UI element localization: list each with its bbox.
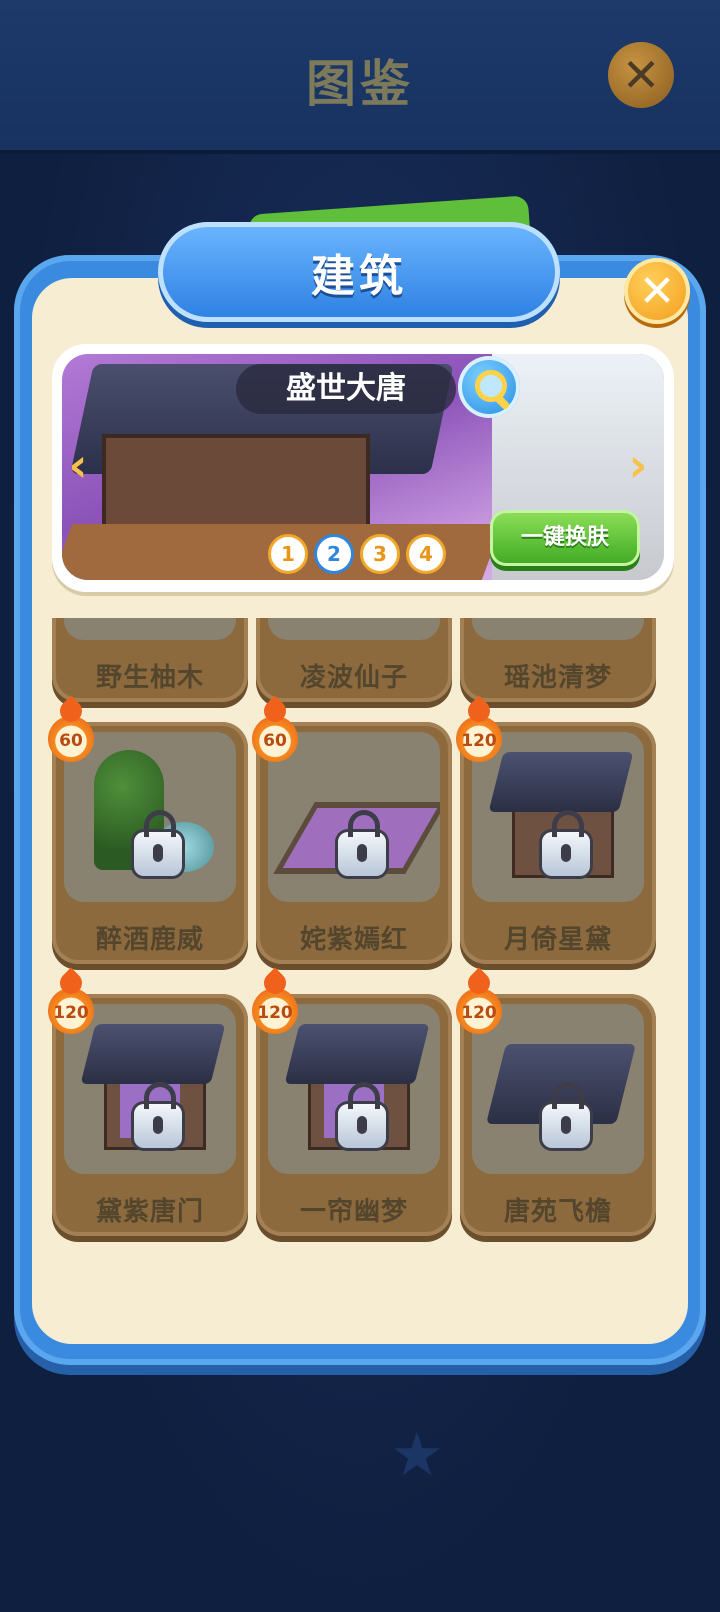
one-click-skin-button[interactable]: 一键换肤 — [490, 510, 640, 566]
item-name: 野生柚木 — [95, 663, 204, 693]
item-card[interactable]: 凌波仙子 — [256, 618, 452, 702]
item-card[interactable]: 60 醉酒鹿威 — [48, 695, 248, 964]
magnifier-icon[interactable] — [458, 356, 520, 418]
item-thumbnail — [472, 1004, 644, 1174]
item-name: 醉酒鹿威 — [95, 925, 204, 955]
fire-badge: 120 — [48, 967, 94, 1034]
item-name: 唐苑飞檐 — [503, 1197, 612, 1227]
item-card[interactable]: 野生柚木 — [52, 618, 248, 702]
close-icon[interactable]: ✕ — [608, 42, 674, 108]
lock-icon — [134, 810, 182, 876]
item-card[interactable]: 120 唐苑飞檐 — [456, 967, 656, 1236]
close-icon[interactable]: ✕ — [624, 258, 690, 324]
item-card[interactable]: 60 姹紫嫣红 — [252, 695, 452, 964]
item-grid: 野生柚木 凌波仙子 瑶池清梦 60 醉酒鹿威 60 姹紫嫣红 120 月倚星黛 … — [32, 618, 688, 1318]
item-card[interactable]: 120 一帘幽梦 — [252, 967, 452, 1236]
fire-badge: 60 — [48, 695, 94, 762]
page-dot[interactable]: 2 — [314, 534, 354, 574]
page-dot[interactable]: 3 — [360, 534, 400, 574]
fire-badge: 120 — [252, 967, 298, 1034]
fire-badge: 120 — [456, 695, 502, 762]
chevron-right-icon[interactable]: › — [626, 440, 650, 490]
lock-icon — [134, 1082, 182, 1148]
fire-badge: 120 — [456, 967, 502, 1034]
item-name: 黛紫唐门 — [95, 1197, 204, 1227]
page-dot[interactable]: 1 — [268, 534, 308, 574]
item-thumbnail — [268, 1004, 440, 1174]
item-name: 一帘幽梦 — [299, 1197, 408, 1227]
item-name: 姹紫嫣红 — [299, 925, 408, 955]
item-name: 月倚星黛 — [503, 925, 612, 955]
item-card[interactable]: 120 月倚星黛 — [456, 695, 656, 964]
item-name: 瑶池清梦 — [503, 663, 612, 693]
item-thumbnail — [268, 732, 440, 902]
item-card[interactable]: 120 黛紫唐门 — [48, 967, 248, 1236]
chevron-left-icon[interactable]: ‹ — [66, 440, 90, 490]
item-card[interactable]: 瑶池清梦 — [460, 618, 656, 702]
panel-title: 建筑 — [158, 222, 560, 322]
top-bar: 图鉴 ✕ — [0, 0, 720, 154]
item-thumbnail — [64, 732, 236, 902]
item-thumbnail — [64, 1004, 236, 1174]
lock-icon — [338, 810, 386, 876]
fire-badge: 60 — [252, 695, 298, 762]
lock-icon — [338, 1082, 386, 1148]
item-thumbnail — [472, 732, 644, 902]
set-name: 盛世大唐 — [236, 364, 456, 414]
star-decoration: ★ — [390, 1420, 444, 1490]
lock-icon — [542, 810, 590, 876]
item-name: 凌波仙子 — [299, 663, 408, 693]
lock-icon — [542, 1082, 590, 1148]
page-dot[interactable]: 4 — [406, 534, 446, 574]
